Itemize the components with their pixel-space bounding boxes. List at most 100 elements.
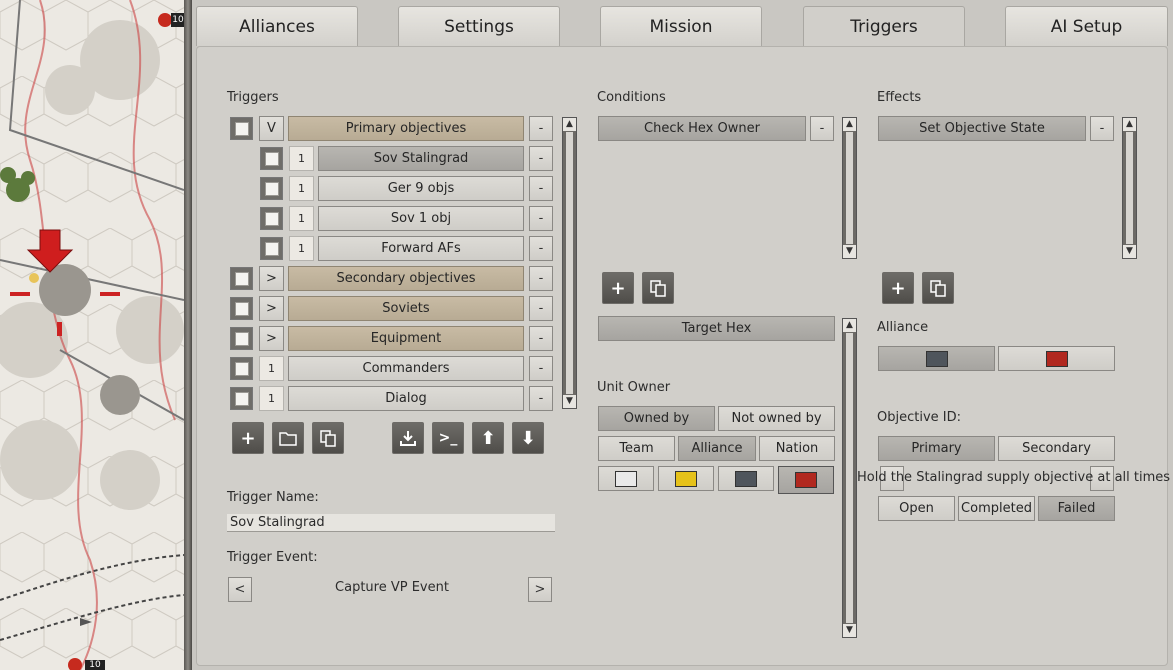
- trigger-item[interactable]: Forward AFs: [318, 236, 524, 261]
- team-button[interactable]: Team: [598, 436, 675, 461]
- trigger-toggle[interactable]: >: [259, 326, 284, 351]
- remove-trigger-button[interactable]: -: [529, 266, 553, 291]
- trigger-item[interactable]: Sov 1 obj: [318, 206, 524, 231]
- console-button[interactable]: >_: [432, 422, 464, 454]
- owner-color-button[interactable]: [658, 466, 714, 491]
- primary-button[interactable]: Primary: [878, 436, 995, 461]
- remove-trigger-button[interactable]: -: [529, 146, 553, 171]
- copy-trigger-button[interactable]: [312, 422, 344, 454]
- map-view[interactable]: 10 10: [0, 0, 184, 670]
- tab-settings[interactable]: Settings: [398, 6, 560, 46]
- remove-trigger-button[interactable]: -: [529, 206, 553, 231]
- scroll-up-icon[interactable]: ▲: [843, 118, 856, 131]
- trigger-item[interactable]: Secondary objectives: [288, 266, 524, 291]
- trigger-checkbox[interactable]: [230, 297, 253, 320]
- trigger-item[interactable]: Ger 9 objs: [318, 176, 524, 201]
- scroll-down-icon[interactable]: ▼: [1123, 245, 1136, 258]
- trigger-item[interactable]: Commanders: [288, 356, 524, 381]
- trigger-toggle[interactable]: 1: [289, 236, 314, 261]
- move-up-button[interactable]: ⬆: [472, 422, 504, 454]
- remove-condition-button[interactable]: -: [810, 116, 834, 141]
- trigger-toggle[interactable]: 1: [289, 206, 314, 231]
- scroll-down-icon[interactable]: ▼: [843, 245, 856, 258]
- trigger-toggle[interactable]: 1: [259, 356, 284, 381]
- trigger-item[interactable]: Soviets: [288, 296, 524, 321]
- effect-item[interactable]: Set Objective State: [878, 116, 1086, 141]
- trigger-toggle[interactable]: V: [259, 116, 284, 141]
- event-next-button[interactable]: >: [528, 577, 552, 602]
- scroll-down-icon[interactable]: ▼: [563, 395, 576, 408]
- target-hex-button[interactable]: Target Hex: [598, 316, 835, 341]
- trigger-checkbox[interactable]: [230, 327, 253, 350]
- scroll-down-icon[interactable]: ▼: [843, 624, 856, 637]
- triggers-label: Triggers: [227, 90, 279, 105]
- tab-triggers[interactable]: Triggers: [803, 6, 965, 46]
- import-button[interactable]: [392, 422, 424, 454]
- nation-button[interactable]: Nation: [759, 436, 835, 461]
- event-prev-button[interactable]: <: [228, 577, 252, 602]
- owner-color-button[interactable]: [598, 466, 654, 491]
- remove-trigger-button[interactable]: -: [529, 296, 553, 321]
- trigger-toggle[interactable]: >: [259, 296, 284, 321]
- move-down-button[interactable]: ⬇: [512, 422, 544, 454]
- remove-trigger-button[interactable]: -: [529, 326, 553, 351]
- unit-badge[interactable]: 10: [171, 13, 184, 27]
- add-effect-button[interactable]: +: [882, 272, 914, 304]
- trigger-checkbox[interactable]: [260, 147, 283, 170]
- trigger-name-input[interactable]: Sov Stalingrad: [227, 514, 555, 532]
- trigger-item[interactable]: Equipment: [288, 326, 524, 351]
- trigger-checkbox[interactable]: [230, 117, 253, 140]
- color-swatch: [925, 350, 948, 367]
- scroll-up-icon[interactable]: ▲: [1123, 118, 1136, 131]
- conditions-scrollbar[interactable]: ▲ ▼: [842, 117, 857, 259]
- scroll-up-icon[interactable]: ▲: [563, 118, 576, 131]
- owner-color-button[interactable]: [718, 466, 774, 491]
- remove-effect-button[interactable]: -: [1090, 116, 1114, 141]
- download-icon: [400, 431, 416, 446]
- trigger-toggle[interactable]: 1: [289, 146, 314, 171]
- add-trigger-button[interactable]: +: [232, 422, 264, 454]
- remove-trigger-button[interactable]: -: [529, 386, 553, 411]
- tab-ai-setup[interactable]: AI Setup: [1005, 6, 1168, 46]
- alliance-color-button[interactable]: [878, 346, 995, 371]
- objective-state-button[interactable]: Failed: [1038, 496, 1115, 521]
- condition-item[interactable]: Check Hex Owner: [598, 116, 806, 141]
- trigger-checkbox[interactable]: [230, 357, 253, 380]
- secondary-button[interactable]: Secondary: [998, 436, 1115, 461]
- trigger-toggle[interactable]: >: [259, 266, 284, 291]
- tab-alliances[interactable]: Alliances: [196, 6, 358, 46]
- unit-badge[interactable]: 10: [85, 660, 105, 670]
- alliance-button[interactable]: Alliance: [678, 436, 756, 461]
- effects-scrollbar[interactable]: ▲ ▼: [1122, 117, 1137, 259]
- trigger-item[interactable]: Sov Stalingrad: [318, 146, 524, 171]
- trigger-toggle[interactable]: 1: [289, 176, 314, 201]
- objective-state-button[interactable]: Open: [878, 496, 955, 521]
- trigger-checkbox[interactable]: [260, 177, 283, 200]
- owned-by-button[interactable]: Owned by: [598, 406, 715, 431]
- trigger-item[interactable]: Dialog: [288, 386, 524, 411]
- remove-trigger-button[interactable]: -: [529, 176, 553, 201]
- arrow-down-icon: ⬇: [520, 427, 536, 449]
- trigger-checkbox[interactable]: [260, 237, 283, 260]
- trigger-checkbox[interactable]: [260, 207, 283, 230]
- trigger-checkbox[interactable]: [230, 387, 253, 410]
- triggers-scrollbar[interactable]: ▲ ▼: [562, 117, 577, 409]
- trigger-item[interactable]: Primary objectives: [288, 116, 524, 141]
- color-swatch: [795, 472, 817, 488]
- add-condition-button[interactable]: +: [602, 272, 634, 304]
- remove-trigger-button[interactable]: -: [529, 356, 553, 381]
- open-folder-button[interactable]: [272, 422, 304, 454]
- trigger-checkbox[interactable]: [230, 267, 253, 290]
- alliance-color-button[interactable]: [998, 346, 1115, 371]
- scroll-up-icon[interactable]: ▲: [843, 319, 856, 332]
- objective-state-button[interactable]: Completed: [958, 496, 1035, 521]
- owner-color-button[interactable]: [778, 466, 834, 494]
- not-owned-by-button[interactable]: Not owned by: [718, 406, 835, 431]
- copy-effect-button[interactable]: [922, 272, 954, 304]
- trigger-toggle[interactable]: 1: [259, 386, 284, 411]
- tab-mission[interactable]: Mission: [600, 6, 762, 46]
- remove-trigger-button[interactable]: -: [529, 236, 553, 261]
- remove-trigger-button[interactable]: -: [529, 116, 553, 141]
- copy-condition-button[interactable]: [642, 272, 674, 304]
- condition-detail-scrollbar[interactable]: ▲ ▼: [842, 318, 857, 638]
